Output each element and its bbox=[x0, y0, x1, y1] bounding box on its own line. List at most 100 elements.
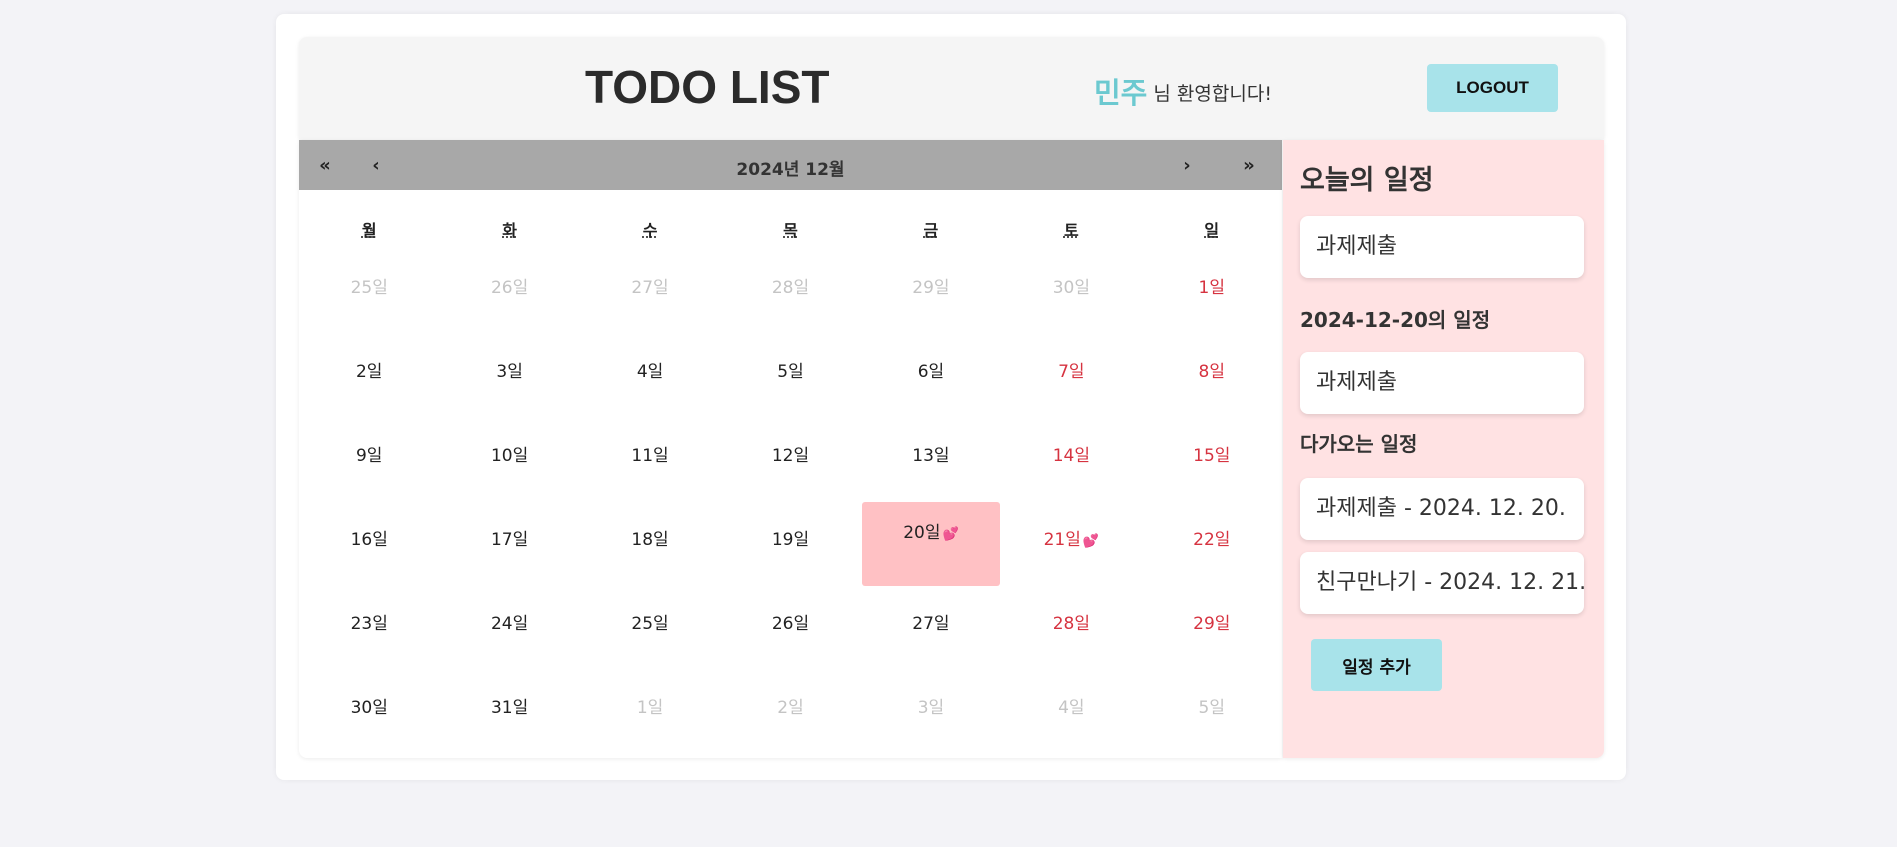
day-cell-content: 10일 bbox=[491, 441, 528, 466]
calendar-day[interactable]: 6일 bbox=[863, 327, 999, 411]
weekday-header: 월화수목금토일 bbox=[299, 190, 1282, 250]
upcoming-todo-item[interactable]: 과제제출 - 2024. 12. 20. bbox=[1300, 478, 1584, 540]
add-schedule-button[interactable]: 일정 추가 bbox=[1311, 639, 1442, 691]
upcoming-todo-item[interactable]: 친구만나기 - 2024. 12. 21. bbox=[1300, 552, 1584, 614]
day-label: 27일 bbox=[912, 613, 950, 634]
day-cell-content: 16일 bbox=[351, 525, 388, 550]
calendar-day[interactable]: 8일 bbox=[1144, 327, 1280, 411]
weekday-label: 목 bbox=[783, 221, 798, 240]
calendar-day[interactable]: 28일 bbox=[1003, 579, 1139, 663]
calendar-day[interactable]: 28일 bbox=[722, 243, 858, 327]
calendar-day[interactable]: 26일 bbox=[441, 243, 577, 327]
day-label: 19일 bbox=[771, 529, 810, 550]
day-cell-content: 13일 bbox=[912, 441, 949, 466]
day-cell-content: 26일 bbox=[491, 273, 528, 298]
day-cell-content: 27일 bbox=[631, 273, 668, 298]
calendar-day[interactable]: 22일 bbox=[1144, 495, 1280, 579]
next-month-button[interactable]: › bbox=[1167, 140, 1207, 190]
calendar-day[interactable]: 18일 bbox=[582, 495, 718, 579]
calendar-day[interactable]: 2일 bbox=[722, 663, 858, 747]
day-cell-content: 4일 bbox=[637, 357, 663, 382]
app-title: TODO LIST bbox=[585, 61, 830, 113]
calendar-day[interactable]: 13일 bbox=[863, 411, 999, 495]
calendar-day[interactable]: 4일 bbox=[1003, 663, 1139, 747]
calendar-day[interactable]: 21일 💕 bbox=[1003, 495, 1139, 579]
calendar-day[interactable]: 10일 bbox=[441, 411, 577, 495]
weekday-label: 화 bbox=[502, 221, 517, 240]
two-hearts-icon: 💕 bbox=[942, 526, 959, 542]
calendar-day[interactable]: 1일 bbox=[582, 663, 718, 747]
prev-month-button[interactable]: ‹ bbox=[356, 140, 396, 190]
day-cell-content: 1일 bbox=[1199, 273, 1225, 298]
calendar-day[interactable]: 5일 bbox=[722, 327, 858, 411]
next-year-button[interactable]: » bbox=[1229, 140, 1269, 190]
calendar-day[interactable]: 9일 bbox=[301, 411, 437, 495]
calendar-day[interactable]: 2일 bbox=[301, 327, 437, 411]
day-label: 23일 bbox=[350, 613, 388, 634]
day-cell-content: 24일 bbox=[491, 609, 528, 634]
calendar-day[interactable]: 29일 bbox=[1144, 579, 1280, 663]
day-label: 6일 bbox=[917, 361, 945, 382]
day-cell-content: 29일 bbox=[912, 273, 949, 298]
day-cell-content: 3일 bbox=[496, 357, 522, 382]
calendar-day[interactable]: 17일 bbox=[441, 495, 577, 579]
calendar-day[interactable]: 23일 bbox=[301, 579, 437, 663]
calendar-day[interactable]: 3일 bbox=[863, 663, 999, 747]
calendar-day[interactable]: 7일 bbox=[1003, 327, 1139, 411]
weekday-label: 수 bbox=[642, 221, 658, 240]
calendar-day-selected[interactable]: 20일 💕 bbox=[861, 502, 1001, 586]
calendar-day[interactable]: 30일 bbox=[1003, 243, 1139, 327]
day-cell-content: 30일 bbox=[1053, 273, 1090, 298]
calendar-day[interactable]: 29일 bbox=[863, 243, 999, 327]
day-label: 3일 bbox=[496, 361, 523, 382]
calendar-day[interactable]: 19일 bbox=[722, 495, 858, 579]
day-cell-content: 3일 bbox=[918, 693, 944, 718]
calendar-day[interactable]: 12일 bbox=[722, 411, 858, 495]
day-cell-content: 2일 bbox=[777, 693, 803, 718]
calendar-navigation: 2024년 12월 « ‹ › » bbox=[299, 140, 1282, 190]
day-cell-content: 19일 bbox=[772, 525, 809, 550]
calendar-day[interactable]: 27일 bbox=[863, 579, 999, 663]
calendar: 2024년 12월 « ‹ › » 월 화 수 목 금 토 일 25일 26일 27일 28일 29… bbox=[299, 140, 1282, 758]
day-label: 31일 bbox=[490, 697, 529, 718]
day-label: 26일 bbox=[490, 277, 529, 298]
day-label: 16일 bbox=[350, 529, 388, 550]
day-label: 7일 bbox=[1058, 361, 1085, 382]
calendar-day[interactable]: 11일 bbox=[582, 411, 718, 495]
day-cell-content: 31일 bbox=[491, 693, 528, 718]
calendar-day[interactable]: 16일 bbox=[301, 495, 437, 579]
header-bar bbox=[299, 37, 1604, 139]
day-label: 30일 bbox=[1052, 277, 1090, 298]
calendar-day[interactable]: 31일 bbox=[441, 663, 577, 747]
welcome-message: 민주 님 환영합니다! bbox=[1094, 70, 1272, 112]
calendar-day[interactable]: 30일 bbox=[301, 663, 437, 747]
calendar-day[interactable]: 5일 bbox=[1144, 663, 1280, 747]
calendar-day[interactable]: 24일 bbox=[441, 579, 577, 663]
today-todo-item[interactable]: 과제제출 bbox=[1300, 216, 1584, 278]
calendar-day[interactable]: 27일 bbox=[582, 243, 718, 327]
day-cell-content: 30일 bbox=[351, 693, 388, 718]
weekday-label: 일 bbox=[1204, 221, 1220, 240]
day-label: 22일 bbox=[1193, 529, 1231, 550]
logout-button[interactable]: LOGOUT bbox=[1427, 64, 1558, 112]
prev-year-button[interactable]: « bbox=[305, 140, 345, 190]
day-label: 4일 bbox=[1058, 697, 1085, 718]
selected-date-todo-item[interactable]: 과제제출 bbox=[1300, 352, 1584, 414]
calendar-day[interactable]: 4일 bbox=[582, 327, 718, 411]
day-label: 1일 bbox=[1198, 277, 1226, 298]
selected-date-title: 2024-12-20의 일정 bbox=[1300, 308, 1491, 332]
day-label: 21일 bbox=[1043, 529, 1081, 550]
day-label: 20일 bbox=[903, 522, 941, 543]
calendar-day[interactable]: 26일 bbox=[722, 579, 858, 663]
day-cell-content: 27일 bbox=[912, 609, 949, 634]
calendar-day[interactable]: 14일 bbox=[1003, 411, 1139, 495]
calendar-day[interactable]: 25일 bbox=[301, 243, 437, 327]
calendar-day[interactable]: 15일 bbox=[1144, 411, 1280, 495]
calendar-day[interactable]: 25일 bbox=[582, 579, 718, 663]
day-label: 14일 bbox=[1052, 445, 1090, 466]
calendar-day[interactable]: 1일 bbox=[1144, 243, 1280, 327]
day-cell-content: 11일 bbox=[631, 441, 668, 466]
day-label: 29일 bbox=[1193, 613, 1231, 634]
day-cell-content: 12일 bbox=[772, 441, 809, 466]
calendar-day[interactable]: 3일 bbox=[441, 327, 577, 411]
